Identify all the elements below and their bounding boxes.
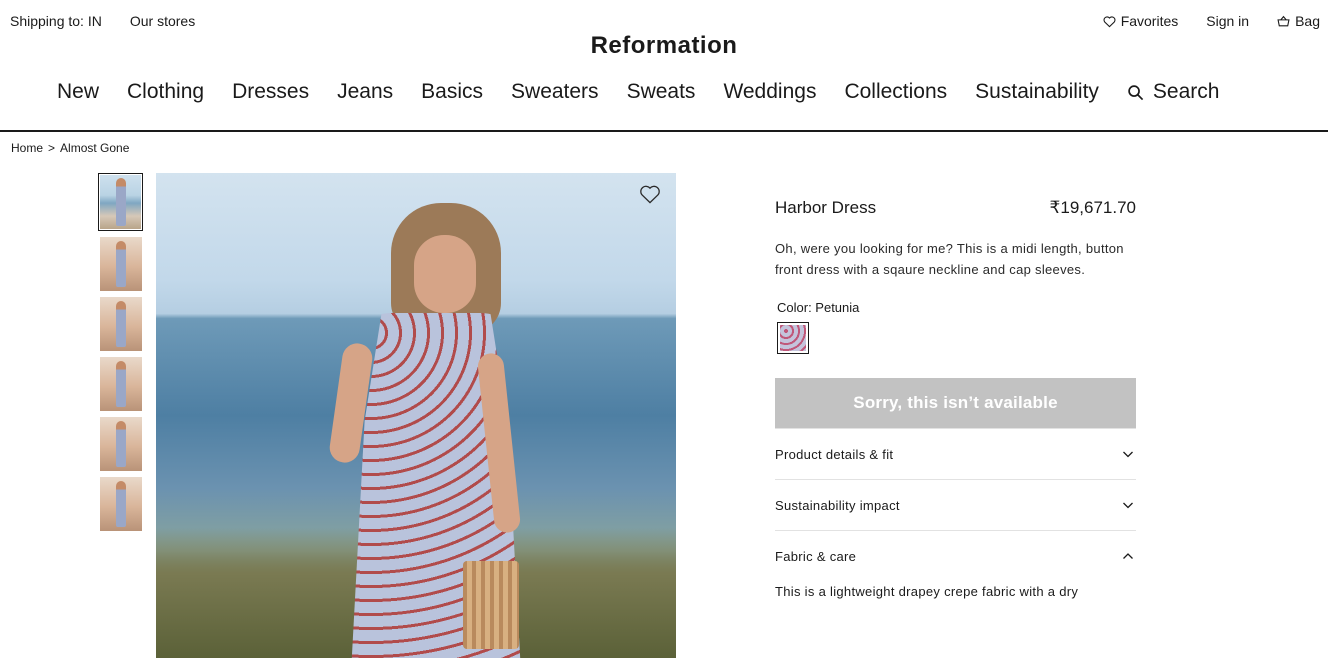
breadcrumb-current[interactable]: Almost Gone <box>60 141 129 155</box>
thumbnail-figure <box>116 421 126 467</box>
search-icon <box>1128 84 1144 100</box>
accordion-product-details[interactable]: Product details & fit <box>775 428 1136 479</box>
thumbnail-figure <box>115 178 126 226</box>
utility-right: Favorites Sign in Bag <box>1103 13 1320 29</box>
product-title-row: Harbor Dress ₹19,671.70 <box>775 198 1136 218</box>
our-stores-link[interactable]: Our stores <box>130 13 195 29</box>
thumbnail-4[interactable] <box>100 357 142 411</box>
bag-label: Bag <box>1295 13 1320 29</box>
thumbnail-6[interactable] <box>100 477 142 531</box>
breadcrumb: Home > Almost Gone <box>11 141 129 155</box>
heart-outline-icon <box>640 185 660 204</box>
chevron-up-icon <box>1123 553 1133 559</box>
nav-item-sweaters[interactable]: Sweaters <box>511 80 599 104</box>
thumbnail-figure <box>116 361 126 407</box>
product-name: Harbor Dress <box>775 198 877 217</box>
nav-item-clothing[interactable]: Clothing <box>127 80 204 104</box>
chevron-down-icon <box>1123 451 1133 458</box>
utility-left: Shipping to: IN Our stores <box>10 13 195 29</box>
main-nav: New Clothing Dresses Jeans Basics Sweate… <box>57 80 1219 104</box>
thumbnail-figure <box>116 241 126 287</box>
product-price: ₹19,671.70 <box>1049 198 1136 217</box>
bag-link[interactable]: Bag <box>1277 13 1320 29</box>
thumbnail-strip <box>98 173 144 537</box>
sign-in-link[interactable]: Sign in <box>1206 13 1249 29</box>
hero-model-face <box>414 235 476 313</box>
chevron-down-icon <box>1123 502 1133 509</box>
product-info-panel: Harbor Dress ₹19,671.70 Oh, were you loo… <box>775 198 1136 599</box>
fabric-care-text: This is a lightweight drapey crepe fabri… <box>775 584 1079 599</box>
hero-basket-bag <box>463 561 519 649</box>
thumbnail-5[interactable] <box>100 417 142 471</box>
nav-item-basics[interactable]: Basics <box>421 80 483 104</box>
basket-icon <box>1277 15 1290 26</box>
accordion-label: Fabric & care <box>775 548 857 564</box>
thumbnail-2[interactable] <box>100 237 142 291</box>
nav-item-new[interactable]: New <box>57 80 99 104</box>
brand-logo[interactable]: Reformation <box>0 32 1328 60</box>
nav-item-weddings[interactable]: Weddings <box>723 80 816 104</box>
nav-item-sustainability[interactable]: Sustainability <box>975 80 1099 104</box>
breadcrumb-separator: > <box>48 141 56 155</box>
nav-item-collections[interactable]: Collections <box>844 80 947 104</box>
thumbnail-1[interactable] <box>98 173 143 231</box>
accordion-fabric-care[interactable]: Fabric & care <box>775 530 1136 581</box>
product-description: Oh, were you looking for me? This is a m… <box>775 241 1124 277</box>
favorites-link[interactable]: Favorites <box>1103 13 1179 29</box>
thumbnail-3[interactable] <box>100 297 142 351</box>
accordion-sustainability-impact[interactable]: Sustainability impact <box>775 479 1136 530</box>
color-swatch-petunia[interactable] <box>777 322 809 354</box>
swatch-pattern <box>780 325 806 351</box>
accordion-label: Sustainability impact <box>775 497 900 513</box>
color-label: Color: Petunia <box>777 300 860 315</box>
unavailable-button[interactable]: Sorry, this isn’t available <box>775 378 1136 428</box>
wishlist-button[interactable] <box>639 184 661 204</box>
accordion-label: Product details & fit <box>775 446 894 462</box>
site-header: Shipping to: IN Our stores Favorites Sig… <box>0 0 1328 132</box>
shipping-link[interactable]: Shipping to: IN <box>10 13 102 29</box>
breadcrumb-home[interactable]: Home <box>11 141 43 155</box>
heart-icon <box>1103 15 1116 27</box>
thumbnail-figure <box>116 481 126 527</box>
nav-item-sweats[interactable]: Sweats <box>627 80 696 104</box>
nav-item-dresses[interactable]: Dresses <box>232 80 309 104</box>
favorites-label: Favorites <box>1120 13 1179 29</box>
nav-item-jeans[interactable]: Jeans <box>337 80 393 104</box>
product-hero-image[interactable] <box>156 173 676 658</box>
nav-search[interactable]: Search <box>1127 80 1220 104</box>
thumbnail-figure <box>116 301 126 347</box>
search-label: Search <box>1152 80 1220 103</box>
